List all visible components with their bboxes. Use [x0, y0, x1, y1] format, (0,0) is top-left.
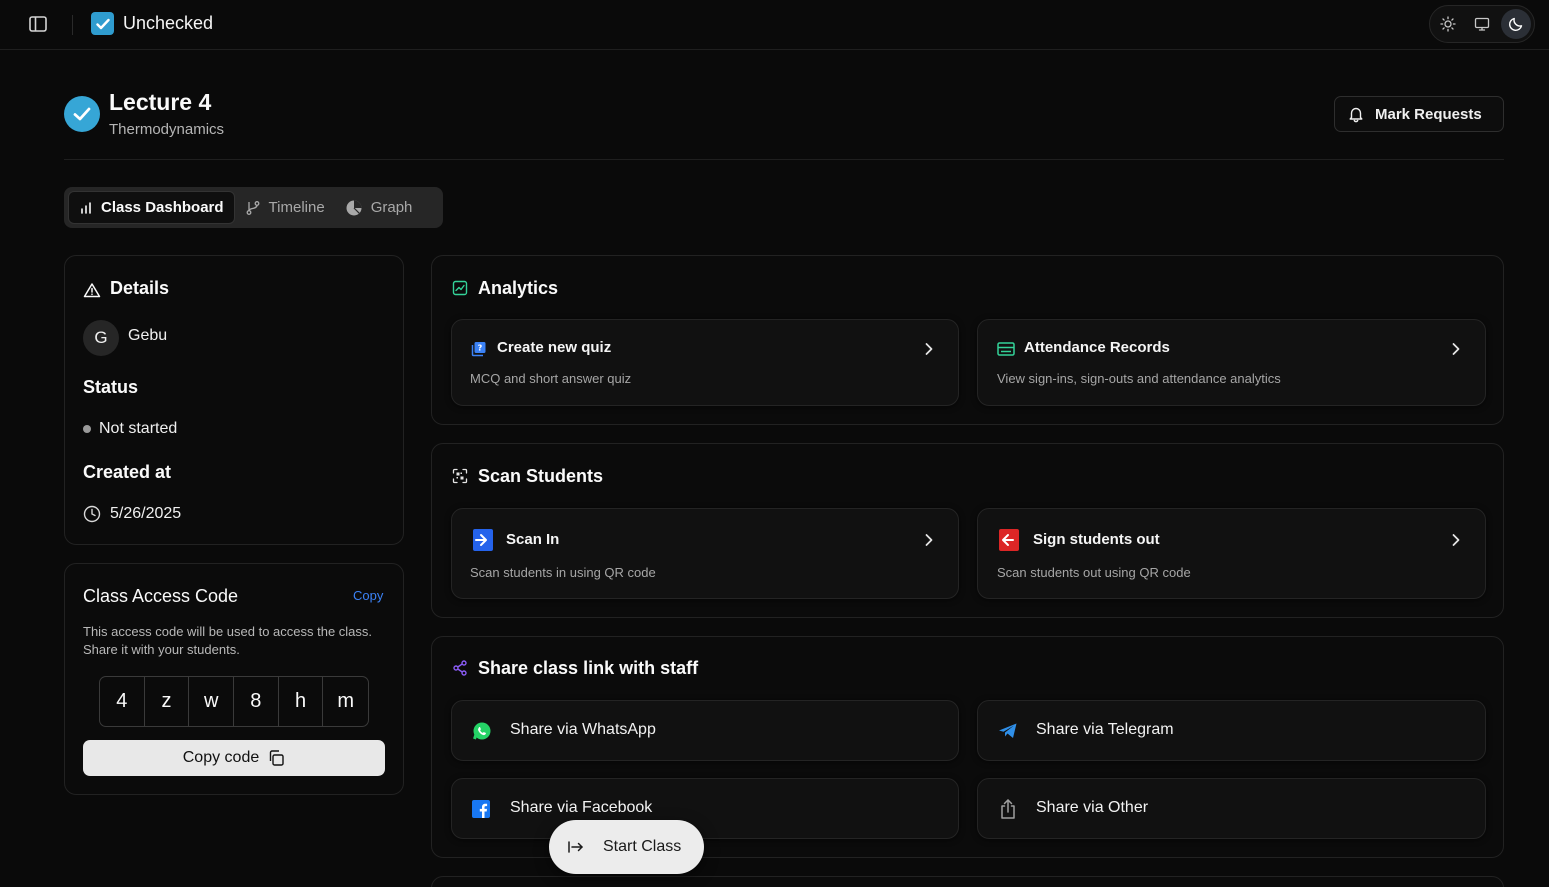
status-heading: Status — [83, 377, 139, 397]
share-facebook-button[interactable]: Share via Facebook — [451, 778, 959, 839]
code-char: w — [189, 677, 235, 726]
create-quiz-tile[interactable]: ? Create new quiz MCQ and short answer q… — [451, 319, 959, 406]
tile-subtitle: MCQ and short answer quiz — [470, 371, 632, 386]
top-divider — [72, 15, 73, 35]
sign-out-icon — [999, 529, 1019, 551]
tile-title: Scan In — [506, 531, 560, 548]
tile-title: Create new quiz — [497, 339, 612, 356]
share-label: Share via WhatsApp — [510, 721, 656, 738]
tab-label: Class Dashboard — [101, 199, 224, 216]
top-bar: Unchecked — [0, 0, 1549, 50]
details-card: Details G Gebu Status Not started Create… — [64, 255, 404, 545]
created-date: 5/26/2025 — [110, 505, 182, 522]
warning-triangle-icon — [83, 282, 101, 298]
page-subtitle: Thermodynamics — [109, 121, 225, 138]
facebook-icon — [472, 800, 490, 818]
pie-chart-icon — [345, 199, 363, 217]
tile-subtitle: Scan students in using QR code — [470, 565, 656, 580]
chevron-right-icon — [922, 341, 936, 357]
start-class-label: Start Class — [603, 838, 682, 855]
light-theme-icon[interactable] — [1433, 9, 1463, 39]
chevron-right-icon — [1449, 532, 1463, 548]
app-title: Unchecked — [123, 13, 214, 33]
chevron-right-icon — [1449, 341, 1463, 357]
app-logo-icon — [91, 12, 114, 35]
git-branch-icon — [245, 200, 261, 216]
mark-requests-label: Mark Requests — [1375, 105, 1482, 123]
sidebar-toggle-icon[interactable] — [28, 14, 48, 34]
quiz-icon: ? — [471, 341, 487, 357]
scan-heading: Scan Students — [478, 466, 604, 486]
start-class-button[interactable]: Start Class — [549, 820, 704, 874]
bar-chart-icon — [79, 201, 93, 215]
tab-graph[interactable]: Graph — [335, 191, 423, 224]
share-icon — [998, 798, 1018, 820]
access-code-description: This access code will be used to access … — [83, 624, 373, 657]
theme-switcher — [1429, 5, 1535, 43]
owner-name: Gebu — [128, 327, 168, 344]
bell-icon — [1347, 105, 1365, 123]
sign-out-tile[interactable]: Sign students out Scan students out usin… — [977, 508, 1486, 599]
whatsapp-icon — [472, 721, 492, 741]
copy-code-label: Copy code — [182, 749, 260, 766]
tab-label: Graph — [370, 199, 413, 216]
share-telegram-button[interactable]: Share via Telegram — [977, 700, 1486, 761]
lecture-status-check-icon — [64, 96, 100, 132]
share-other-button[interactable]: Share via Other — [977, 778, 1486, 839]
svg-text:?: ? — [478, 344, 483, 353]
copy-icon — [267, 749, 285, 767]
code-char: m — [337, 690, 355, 712]
telegram-icon — [998, 722, 1018, 740]
access-code-card: Class Access Code Copy This access code … — [64, 563, 404, 795]
scan-in-tile[interactable]: Scan In Scan students in using QR code — [451, 508, 959, 599]
details-heading: Details — [110, 278, 170, 298]
chevron-right-icon — [922, 532, 936, 548]
share-label: Share via Other — [1036, 799, 1149, 816]
share-label: Share via Facebook — [510, 799, 653, 816]
tab-timeline[interactable]: Timeline — [235, 191, 335, 224]
access-code-box[interactable]: 4 z w 8 h m — [99, 676, 369, 727]
scan-in-icon — [473, 529, 493, 551]
copy-link[interactable]: Copy — [353, 588, 383, 603]
tab-label: Timeline — [268, 199, 325, 216]
tile-title: Attendance Records — [1024, 339, 1170, 356]
tile-title: Sign students out — [1033, 531, 1160, 548]
tab-class-dashboard[interactable]: Class Dashboard — [68, 191, 235, 224]
dark-theme-icon[interactable] — [1501, 9, 1531, 39]
share-label: Share via Telegram — [1036, 721, 1174, 738]
analytics-chart-icon — [452, 280, 468, 296]
next-card-edge — [431, 876, 1504, 887]
access-code-heading: Class Access Code — [83, 586, 239, 606]
status-badge: Not started — [99, 420, 178, 437]
created-heading: Created at — [83, 462, 172, 482]
copy-code-button[interactable]: Copy code — [83, 740, 385, 776]
code-char: z — [145, 677, 190, 726]
tile-subtitle: View sign-ins, sign-outs and attendance … — [997, 371, 1281, 386]
share-whatsapp-button[interactable]: Share via WhatsApp — [451, 700, 959, 761]
mark-requests-button[interactable]: Mark Requests — [1334, 96, 1504, 132]
code-char: 4 — [100, 677, 145, 726]
system-theme-icon[interactable] — [1467, 9, 1497, 39]
share-nodes-icon — [452, 660, 468, 676]
status-dot — [83, 425, 91, 433]
share-heading: Share class link with staff — [478, 658, 699, 678]
scan-qr-icon — [452, 468, 468, 484]
code-char: 8 — [234, 677, 279, 726]
page-title: Lecture 4 — [109, 89, 212, 115]
tile-subtitle: Scan students out using QR code — [997, 565, 1191, 580]
view-tabs: Class Dashboard Timeline Graph — [64, 187, 443, 228]
avatar: G — [83, 320, 119, 356]
records-icon — [997, 341, 1015, 357]
analytics-card: Analytics ? Create new quiz MCQ and shor… — [431, 255, 1504, 425]
clock-icon — [83, 505, 101, 523]
scan-students-card: Scan Students Scan In Scan students in u… — [431, 443, 1504, 618]
arrow-right-to-line-icon — [567, 840, 585, 854]
analytics-heading: Analytics — [478, 278, 559, 298]
attendance-records-tile[interactable]: Attendance Records View sign-ins, sign-o… — [977, 319, 1486, 406]
code-char: h — [279, 677, 324, 726]
header-divider — [64, 159, 1504, 160]
